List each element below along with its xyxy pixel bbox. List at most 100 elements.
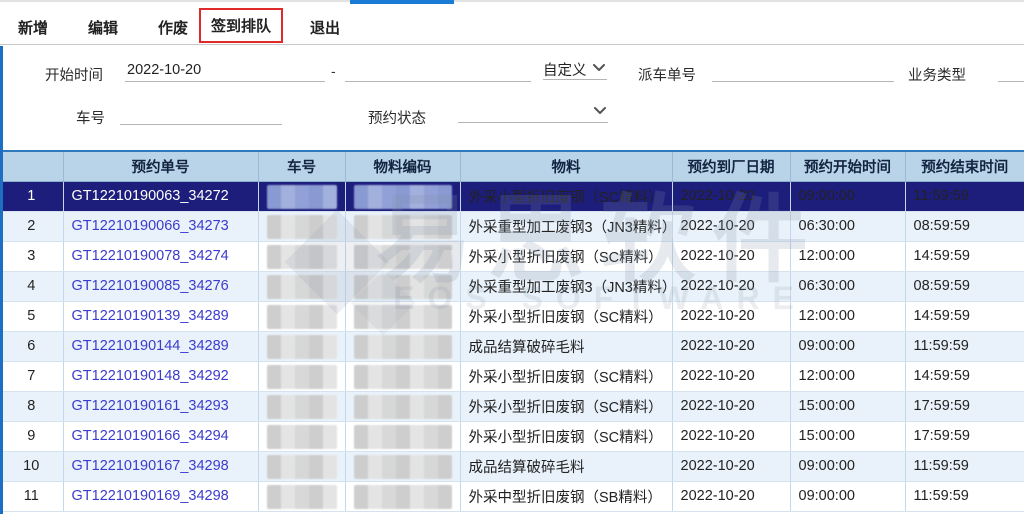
redacted-block: [267, 455, 337, 479]
dispatch-no-input[interactable]: [712, 58, 894, 82]
material-cell: 外采小型折旧废钢（SC精料）: [460, 421, 672, 451]
order-no-link[interactable]: GT12210190169_34298: [72, 488, 229, 504]
menu-item-edit[interactable]: 编辑: [82, 13, 124, 42]
order-no-cell: GT12210190139_34289: [63, 301, 258, 331]
column-header[interactable]: 预约结束时间: [905, 151, 1024, 181]
table-row[interactable]: 8GT12210190161_34293外采小型折旧废钢（SC精料）2022-1…: [0, 391, 1024, 421]
vehicle-no-cell: [258, 451, 345, 481]
redacted-block: [354, 395, 452, 419]
column-header[interactable]: 物料: [460, 151, 672, 181]
order-no-link[interactable]: GT12210190078_34274: [72, 248, 229, 264]
material-cell: 外采小型折旧废钢（SC精料）: [460, 301, 672, 331]
start-time-cell: 15:00:00: [790, 421, 905, 451]
redacted-block: [354, 335, 452, 359]
row-number-cell: 2: [0, 211, 63, 241]
end-time-input[interactable]: [345, 58, 531, 82]
order-no-link[interactable]: GT12210190167_34298: [72, 458, 229, 474]
order-no-link[interactable]: GT12210190144_34289: [72, 338, 229, 354]
material-code-cell: [345, 271, 460, 301]
filter-panel: 开始时间 - 自定义 派车单号 业务类型 车号 预约状态: [0, 46, 1024, 150]
material-code-cell: [345, 331, 460, 361]
end-time-cell: 14:59:59: [905, 241, 1024, 271]
redacted-block: [267, 305, 337, 329]
range-mode-value: 自定义: [543, 56, 587, 80]
material-cell: 外采小型折旧废钢（SC精料）: [460, 361, 672, 391]
arrival-date-cell: 2022-10-20: [672, 331, 790, 361]
end-time-cell: 17:59:59: [905, 421, 1024, 451]
table-row[interactable]: 9GT12210190166_34294外采小型折旧废钢（SC精料）2022-1…: [0, 421, 1024, 451]
vehicle-no-cell: [258, 241, 345, 271]
row-number-cell: 11: [0, 481, 63, 511]
business-type-input[interactable]: [998, 58, 1024, 82]
redacted-block: [267, 215, 337, 239]
status-label: 预约状态: [368, 107, 426, 128]
end-time-cell: 14:59:59: [905, 361, 1024, 391]
vehicle-no-cell: [258, 361, 345, 391]
order-no-cell: GT12210190169_34298: [63, 481, 258, 511]
order-no-cell: GT12210190066_34273: [63, 211, 258, 241]
row-number-cell: 10: [0, 451, 63, 481]
appointment-list-page: 新增 编辑 作废 签到排队 退出 开始时间 - 自定义 派车单号 业务类型 车号…: [0, 0, 1024, 514]
order-no-link[interactable]: GT12210190139_34289: [72, 308, 229, 324]
table-row[interactable]: 2GT12210190066_34273外采重型加工废钢3（JN3精料）2022…: [0, 211, 1024, 241]
order-no-cell: GT12210190161_34293: [63, 391, 258, 421]
menu-item-new[interactable]: 新增: [12, 13, 54, 42]
table-row[interactable]: 10GT12210190167_34298成品结算破碎毛料2022-10-200…: [0, 451, 1024, 481]
appointments-grid: 预约单号车号物料编码物料预约到厂日期预约开始时间预约结束时间 1GT122101…: [0, 150, 1024, 512]
left-accent-border: [0, 46, 3, 514]
order-no-link[interactable]: GT12210190148_34292: [72, 368, 229, 384]
column-header[interactable]: [0, 151, 63, 181]
start-time-label: 开始时间: [45, 64, 103, 85]
redacted-block: [354, 185, 452, 209]
column-header[interactable]: 预约到厂日期: [672, 151, 790, 181]
end-time-cell: 11:59:59: [905, 181, 1024, 211]
menu-item-void[interactable]: 作废: [152, 13, 194, 42]
header-row: 预约单号车号物料编码物料预约到厂日期预约开始时间预约结束时间: [0, 151, 1024, 181]
column-header[interactable]: 预约开始时间: [790, 151, 905, 181]
table-row[interactable]: 1GT12210190063_34272外采小型折旧废钢（SC精料）2022-1…: [0, 181, 1024, 211]
column-header[interactable]: 物料编码: [345, 151, 460, 181]
column-header[interactable]: 车号: [258, 151, 345, 181]
redacted-block: [354, 245, 452, 269]
redacted-block: [267, 425, 337, 449]
order-no-link[interactable]: GT12210190063_34272: [72, 188, 229, 204]
table-row[interactable]: 3GT12210190078_34274外采小型折旧废钢（SC精料）2022-1…: [0, 241, 1024, 271]
end-time-cell: 11:59:59: [905, 481, 1024, 511]
arrival-date-cell: 2022-10-20: [672, 301, 790, 331]
order-no-link[interactable]: GT12210190085_34276: [72, 278, 229, 294]
redacted-block: [354, 425, 452, 449]
vehicle-no-input[interactable]: [120, 101, 282, 125]
redacted-block: [267, 275, 337, 299]
column-header[interactable]: 预约单号: [63, 151, 258, 181]
order-no-link[interactable]: GT12210190066_34273: [72, 218, 229, 234]
start-time-input[interactable]: [125, 58, 325, 82]
order-no-link[interactable]: GT12210190166_34294: [72, 428, 229, 444]
table-row[interactable]: 5GT12210190139_34289外采小型折旧废钢（SC精料）2022-1…: [0, 301, 1024, 331]
start-time-cell: 12:00:00: [790, 301, 905, 331]
order-no-cell: GT12210190078_34274: [63, 241, 258, 271]
table-row[interactable]: 6GT12210190144_34289成品结算破碎毛料2022-10-2009…: [0, 331, 1024, 361]
vehicle-no-cell: [258, 331, 345, 361]
status-select[interactable]: [458, 99, 608, 123]
menu-item-exit[interactable]: 退出: [304, 13, 346, 42]
redacted-block: [354, 215, 452, 239]
range-mode-select[interactable]: 自定义: [543, 56, 607, 80]
start-time-cell: 09:00:00: [790, 481, 905, 511]
table-row[interactable]: 7GT12210190148_34292外采小型折旧废钢（SC精料）2022-1…: [0, 361, 1024, 391]
vehicle-no-cell: [258, 301, 345, 331]
appointments-table: 预约单号车号物料编码物料预约到厂日期预约开始时间预约结束时间 1GT122101…: [0, 150, 1024, 512]
arrival-date-cell: 2022-10-20: [672, 451, 790, 481]
arrival-date-cell: 2022-10-20: [672, 391, 790, 421]
redacted-block: [354, 275, 452, 299]
material-code-cell: [345, 451, 460, 481]
business-type-label: 业务类型: [908, 64, 966, 85]
redacted-block: [267, 335, 337, 359]
menu-item-checkin-queue[interactable]: 签到排队: [199, 8, 283, 43]
redacted-block: [354, 455, 452, 479]
redacted-block: [267, 185, 337, 209]
table-row[interactable]: 11GT12210190169_34298外采中型折旧废钢（SB精料）2022-…: [0, 481, 1024, 511]
end-time-cell: 11:59:59: [905, 331, 1024, 361]
table-row[interactable]: 4GT12210190085_34276外采重型加工废钢3（JN3精料）2022…: [0, 271, 1024, 301]
range-separator: -: [331, 63, 336, 79]
order-no-link[interactable]: GT12210190161_34293: [72, 398, 229, 414]
